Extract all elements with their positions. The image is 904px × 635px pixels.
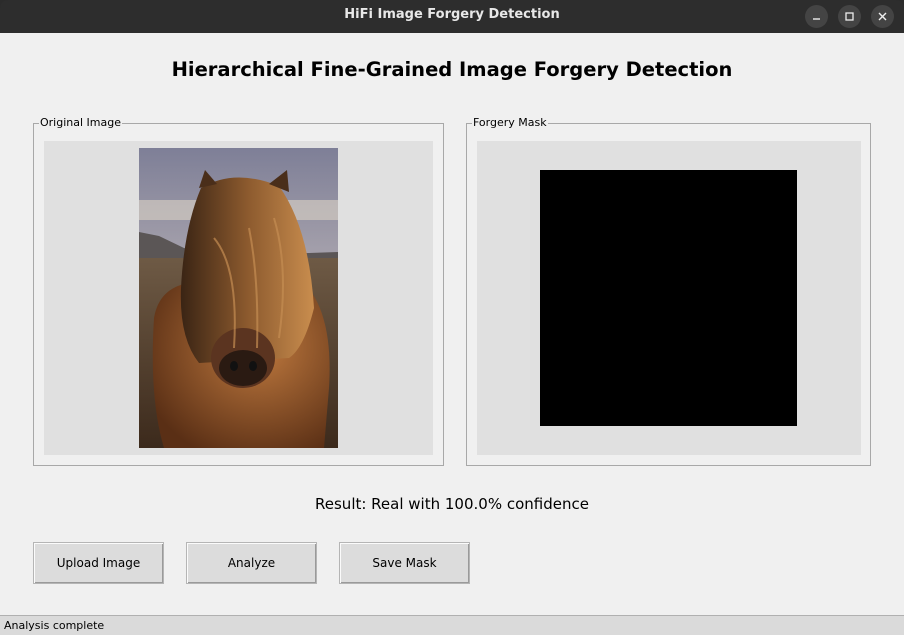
- original-image-group: Original Image: [33, 116, 444, 466]
- maximize-button[interactable]: [838, 5, 861, 28]
- forgery-mask-group: Forgery Mask: [466, 116, 871, 466]
- window-title: HiFi Image Forgery Detection: [344, 7, 560, 22]
- forgery-mask-image: [540, 170, 797, 426]
- original-image-area: [44, 141, 433, 455]
- analyze-button[interactable]: Analyze: [186, 542, 317, 584]
- close-button[interactable]: [871, 5, 894, 28]
- forgery-mask-label: Forgery Mask: [472, 116, 548, 130]
- save-mask-button[interactable]: Save Mask: [339, 542, 470, 584]
- original-image: [139, 148, 338, 448]
- minimize-button[interactable]: [805, 5, 828, 28]
- result-text: Result: Real with 100.0% confidence: [315, 495, 589, 513]
- original-image-label: Original Image: [39, 116, 122, 130]
- main-window: Hierarchical Fine-Grained Image Forgery …: [0, 33, 904, 635]
- minimize-icon: [813, 18, 820, 20]
- title-bar: HiFi Image Forgery Detection: [0, 0, 904, 33]
- maximize-icon: [845, 12, 854, 21]
- status-text: Analysis complete: [4, 619, 105, 632]
- upload-image-button[interactable]: Upload Image: [33, 542, 164, 584]
- forgery-mask-area: [477, 141, 861, 455]
- page-title: Hierarchical Fine-Grained Image Forgery …: [171, 58, 733, 81]
- close-icon: [878, 12, 887, 21]
- status-bar: Analysis complete: [0, 615, 904, 635]
